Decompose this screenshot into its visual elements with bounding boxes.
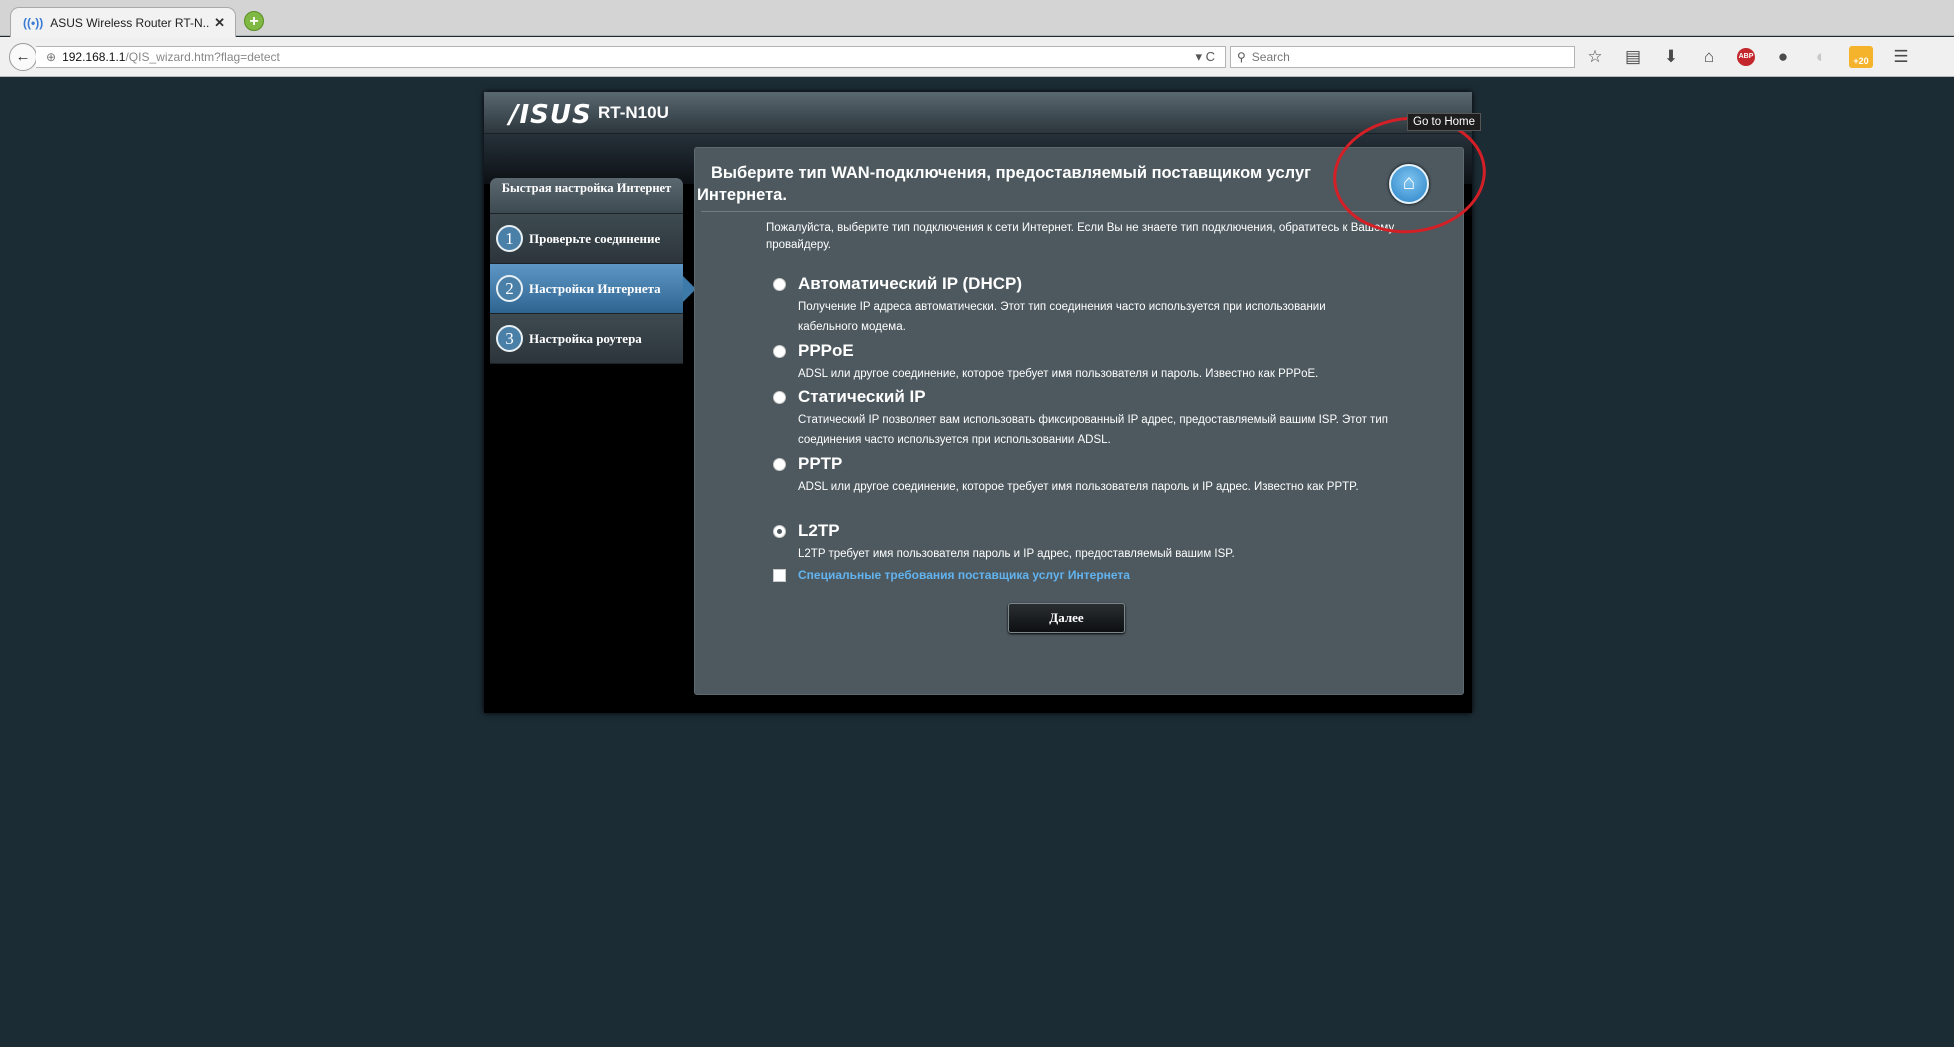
option-description: ADSL или другое соединение, которое треб…	[798, 368, 1319, 380]
step-number: 1	[496, 225, 523, 252]
option-title: Автоматический IP (DHCP)	[798, 274, 1023, 293]
radio-static-ip[interactable]	[773, 391, 786, 404]
sidebar-title: Быстрая настройка Интернет	[490, 178, 683, 214]
step-label: Проверьте соединение	[529, 230, 661, 246]
lightbulb-icon[interactable]: ◐	[1811, 46, 1831, 68]
sidebar-step-check-connection[interactable]: 1 Проверьте соединение	[490, 214, 683, 264]
browser-toolbar: ☆ ▤ ⬇ ⌂ ABP ● ◐ +20 ☰	[1585, 46, 1911, 68]
wizard-sidebar: Быстрая настройка Интернет 1 Проверьте с…	[490, 178, 696, 364]
step-label: Настройка роутера	[529, 330, 642, 346]
router-model: RT-N10U	[598, 103, 669, 122]
search-icon: ⚲	[1237, 50, 1246, 64]
asus-logo: /ISUS	[509, 100, 592, 130]
back-arrow-icon[interactable]: ←	[9, 43, 37, 71]
option-title: L2TP	[798, 521, 840, 540]
home-icon[interactable]: ⌂	[1699, 46, 1719, 68]
router-home-icon[interactable]: ⌂	[1389, 164, 1429, 204]
sidebar-step-internet-settings[interactable]: 2 Настройки Интернета	[490, 264, 696, 314]
radio-l2tp[interactable]	[773, 525, 786, 538]
radio-dhcp[interactable]	[773, 278, 786, 291]
option-description: ADSL или другое соединение, которое треб…	[798, 481, 1359, 493]
sidebar-step-router-setup[interactable]: 3 Настройка роутера	[490, 314, 683, 364]
radio-pptp[interactable]	[773, 458, 786, 471]
search-placeholder: Search	[1251, 50, 1290, 64]
option-description: Статический IP позволяет вам использоват…	[798, 414, 1388, 446]
tab-title: ASUS Wireless Router RT-N...	[50, 15, 211, 30]
wan-type-panel: Выберите тип WAN-подключения, предоставл…	[694, 147, 1464, 695]
step-label: Настройки Интернета	[529, 280, 661, 296]
router-header: /ISUS RT-N10U	[484, 92, 1472, 134]
router-page: /ISUS RT-N10U Быстрая настройка Интернет…	[484, 92, 1472, 713]
step-number: 2	[496, 275, 523, 302]
page-title: Выберите тип WAN-подключения, предоставл…	[697, 164, 1311, 204]
reading-list-icon[interactable]: ▤	[1623, 46, 1643, 68]
next-button[interactable]: Далее	[1008, 603, 1125, 633]
option-description: Получение IP адреса автоматически. Этот …	[798, 301, 1326, 333]
option-title: PPPoE	[798, 341, 854, 360]
option-description: L2TP требует имя пользователя пароль и I…	[798, 548, 1235, 560]
option-title: Статический IP	[798, 387, 926, 406]
home-tooltip: Go to Home	[1407, 113, 1481, 131]
search-input[interactable]: ⚲ Search	[1230, 46, 1575, 68]
browser-tab-bar: ((•)) ASUS Wireless Router RT-N... ✕ +	[0, 0, 1954, 37]
close-tab-icon[interactable]: ✕	[214, 15, 225, 31]
special-requirements-link[interactable]: Специальные требования поставщика услуг …	[798, 568, 1130, 582]
reload-icon[interactable]: ▾ C	[1195, 49, 1215, 65]
browser-tab[interactable]: ((•)) ASUS Wireless Router RT-N... ✕	[10, 7, 236, 37]
option-title: PPTP	[798, 454, 843, 473]
radio-pppoe[interactable]	[773, 345, 786, 358]
url-bar[interactable]: ⊕ 192.168.1.1 /QIS_wizard.htm?flag=detec…	[36, 46, 1226, 68]
url-path: /QIS_wizard.htm?flag=detect	[125, 50, 280, 64]
wireless-favicon-icon: ((•))	[23, 15, 44, 30]
intro-text: Пожалуйста, выберите тип подключения к с…	[766, 222, 1395, 251]
url-host: 192.168.1.1	[62, 50, 126, 64]
browser-nav-bar: ← ⊕ 192.168.1.1 /QIS_wizard.htm?flag=det…	[0, 37, 1954, 77]
chat-icon[interactable]: ●	[1773, 46, 1793, 68]
notification-badge-icon[interactable]: +20	[1849, 46, 1873, 68]
special-requirements-checkbox[interactable]	[773, 568, 786, 582]
menu-icon[interactable]: ☰	[1891, 46, 1911, 68]
step-number: 3	[496, 325, 523, 352]
divider	[701, 211, 1457, 212]
globe-icon: ⊕	[46, 50, 57, 64]
special-requirements[interactable]: Специальные требования поставщика услуг …	[773, 568, 1130, 582]
adblock-icon[interactable]: ABP	[1737, 48, 1755, 66]
bookmark-star-icon[interactable]: ☆	[1585, 46, 1605, 68]
new-tab-icon[interactable]: +	[244, 11, 264, 31]
download-icon[interactable]: ⬇	[1661, 46, 1681, 68]
